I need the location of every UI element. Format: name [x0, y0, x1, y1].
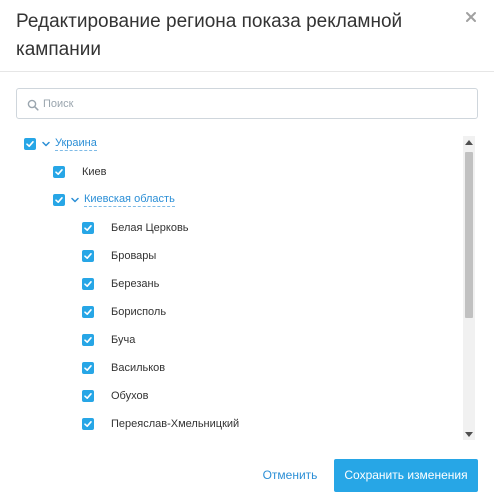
- tree-item-label: Буча: [111, 334, 136, 346]
- tree-item-label[interactable]: Украина: [55, 137, 97, 151]
- tree-item[interactable]: Белая Церковь: [82, 214, 189, 242]
- checkbox[interactable]: [53, 194, 65, 206]
- tree-item[interactable]: Переяслав-Хмельницкий: [82, 410, 239, 438]
- tree-item[interactable]: Украина: [24, 130, 97, 158]
- tree-item[interactable]: Березань: [82, 270, 159, 298]
- close-icon[interactable]: [464, 10, 480, 26]
- chevron-down-icon[interactable]: [70, 195, 80, 205]
- checkbox[interactable]: [82, 222, 94, 234]
- save-changes-button[interactable]: Сохранить изменения: [334, 459, 478, 492]
- checkbox[interactable]: [82, 418, 94, 430]
- tree-item[interactable]: Обухов: [82, 382, 148, 410]
- tree-item-label: Обухов: [111, 390, 149, 402]
- search-icon: [27, 98, 39, 111]
- tree-item-label: Киев: [82, 166, 107, 178]
- tree-item-label: Переяслав-Хмельницкий: [111, 418, 240, 430]
- scrollbar[interactable]: [463, 136, 475, 440]
- scrollbar-thumb[interactable]: [465, 152, 473, 318]
- checkbox[interactable]: [53, 166, 65, 178]
- tree-item[interactable]: Буча: [82, 326, 135, 354]
- checkbox[interactable]: [82, 334, 94, 346]
- checkbox[interactable]: [82, 390, 94, 402]
- dialog-title: Редактирование региона показа рекламной …: [16, 11, 403, 60]
- region-tree: Украина Киев Киевская область Белая Церковь…: [16, 130, 462, 442]
- tree-item[interactable]: Киев: [53, 158, 107, 186]
- checkbox[interactable]: [24, 138, 36, 150]
- tree-item[interactable]: Киевская область: [53, 186, 175, 214]
- checkbox[interactable]: [82, 362, 94, 374]
- dialog-header: Редактирование региона показа рекламной …: [0, 0, 494, 72]
- tree-item[interactable]: Бровары: [82, 242, 156, 270]
- checkbox[interactable]: [82, 306, 94, 318]
- checkbox[interactable]: [82, 250, 94, 262]
- tree-item-label: Белая Церковь: [111, 222, 189, 234]
- tree-item-label: Васильков: [111, 362, 166, 374]
- search-box: [16, 88, 478, 119]
- edit-region-dialog: Редактирование региона показа рекламной …: [0, 0, 494, 500]
- tree-item-label: Бровары: [111, 250, 157, 262]
- chevron-down-icon[interactable]: [41, 139, 51, 149]
- scroll-down-arrow-icon[interactable]: [463, 428, 475, 440]
- cancel-button[interactable]: Отменить: [258, 462, 322, 488]
- tree-item-label: Березань: [111, 278, 160, 290]
- search-input[interactable]: [43, 89, 463, 118]
- checkbox[interactable]: [82, 278, 94, 290]
- tree-item-label[interactable]: Киевская область: [84, 193, 175, 207]
- tree-item[interactable]: Васильков: [82, 354, 165, 382]
- tree-item-label: Борисполь: [111, 306, 167, 318]
- tree-item[interactable]: Борисполь: [82, 298, 166, 326]
- scroll-up-arrow-icon[interactable]: [463, 136, 475, 148]
